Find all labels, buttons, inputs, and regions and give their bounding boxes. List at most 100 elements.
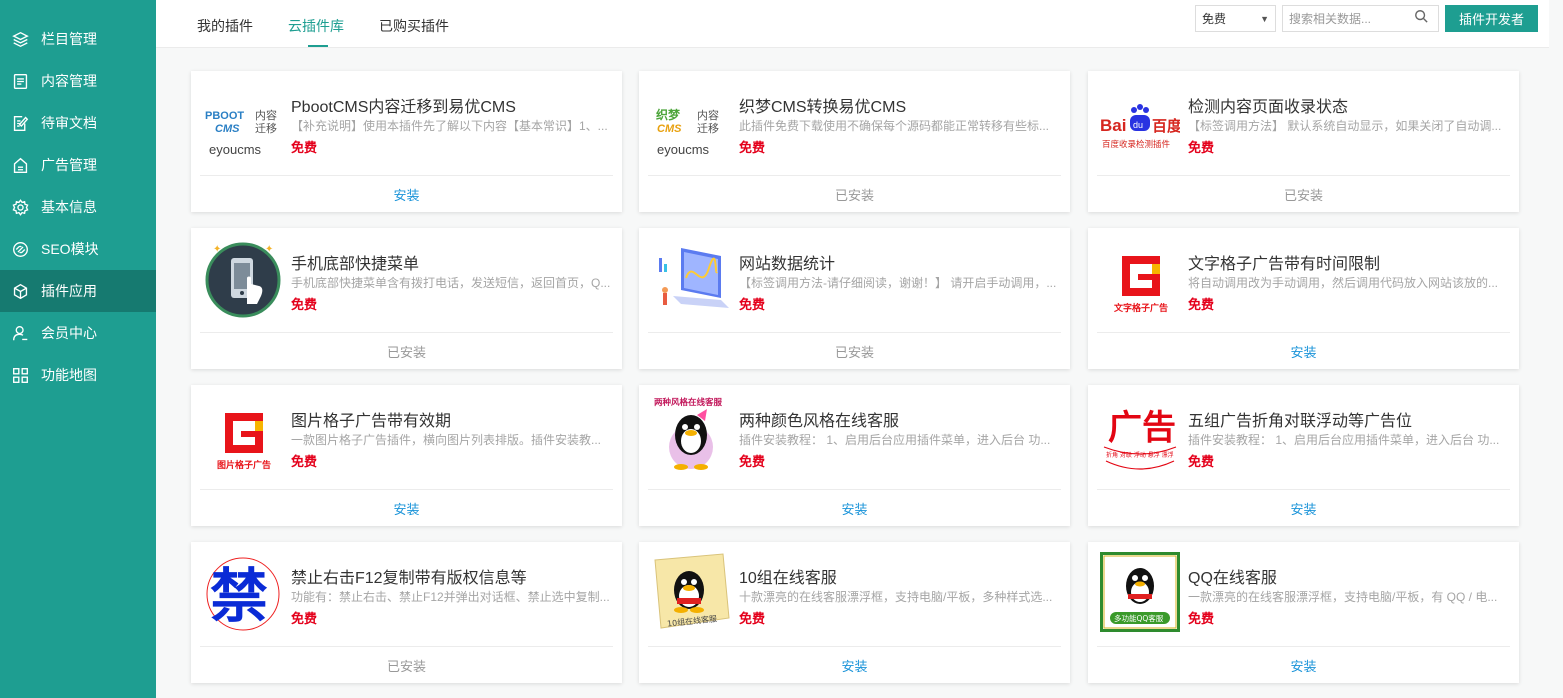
installed-status: 已安装: [834, 188, 874, 203]
plugin-price: 免费: [291, 297, 318, 312]
grid-ad-icon: [225, 413, 263, 453]
user-icon: [11, 324, 29, 342]
plugin-price: 免费: [739, 297, 766, 312]
sidebar-item-content[interactable]: 内容管理: [0, 60, 156, 102]
penguin-icon: [1126, 568, 1154, 604]
sidebar-item-review[interactable]: 待审文档: [0, 102, 156, 144]
installed-status: 已安装: [834, 345, 874, 360]
logo-text: 两种风格在线客服: [654, 397, 723, 408]
plugin-price: 免费: [1188, 611, 1215, 626]
sidebar-item-label: 栏目管理: [41, 31, 97, 47]
logo-text: CMS: [215, 123, 240, 135]
install-button[interactable]: 安装: [639, 656, 1070, 675]
logo-text: 图片格子广告: [217, 459, 271, 471]
sidebar-item-ads[interactable]: 广告管理: [0, 144, 156, 186]
plugin-description: 手机底部快捷菜单含有拨打电话，发送短信，返回首页，Q...: [291, 276, 611, 290]
plugin-title[interactable]: 网站数据统计: [739, 250, 835, 274]
link-icon: [11, 240, 29, 258]
sidebar-item-members[interactable]: 会员中心: [0, 312, 156, 354]
search-icon[interactable]: [1414, 9, 1428, 28]
install-button[interactable]: 安装: [1088, 499, 1519, 518]
logo-text: 文字格子广告: [1113, 302, 1168, 314]
logo-text: 迁移: [255, 122, 277, 135]
plugin-logo: 织梦 CMS 内容 迁移 eyoucms: [651, 81, 731, 161]
plugin-title[interactable]: 五组广告折角对联浮动等广告位: [1188, 407, 1412, 431]
sidebar-item-basic-info[interactable]: 基本信息: [0, 186, 156, 228]
plugin-title[interactable]: 图片格子广告带有效期: [291, 407, 451, 431]
plugin-description: 将自动调用改为手动调用，然后调用代码放入网站该放的...: [1188, 276, 1499, 290]
plugin-card: 织梦 CMS 内容 迁移 eyoucms 织梦CMS转换易优CMS 此插件免费下…: [639, 71, 1070, 212]
sidebar-item-label: 待审文档: [41, 115, 97, 131]
svg-text:✦: ✦: [213, 244, 221, 255]
price-filter-select[interactable]: 免费 ▼: [1195, 5, 1276, 32]
plugin-developer-button[interactable]: 插件开发者: [1445, 5, 1538, 32]
plugin-description: 【补充说明】使用本插件先了解以下内容【基本常识】1、...: [291, 119, 608, 133]
logo-text: Bai: [1100, 116, 1126, 135]
card-divider: [200, 489, 613, 490]
tab-cloud-plugins[interactable]: 云插件库: [288, 16, 344, 36]
search-input[interactable]: [1289, 11, 1414, 26]
card-divider: [200, 646, 613, 647]
install-button[interactable]: 安装: [1088, 342, 1519, 361]
mobile-menu-icon: ✦ ✦: [205, 242, 281, 318]
plugin-title[interactable]: 文字格子广告带有时间限制: [1188, 250, 1380, 274]
plugin-title[interactable]: 检测内容页面收录状态: [1188, 93, 1348, 117]
installed-status: 已安装: [386, 345, 426, 360]
plugin-title[interactable]: QQ在线客服: [1188, 564, 1277, 588]
sidebar-item-label: SEO模块: [41, 241, 99, 257]
sidebar-item-seo[interactable]: SEO模块: [0, 228, 156, 270]
logo-text: eyoucms: [657, 142, 710, 157]
install-button[interactable]: 安装: [191, 499, 622, 518]
plugin-title[interactable]: 手机底部快捷菜单: [291, 250, 419, 274]
logo-text: 多功能QQ客服: [1114, 613, 1164, 623]
gear-icon: [11, 198, 29, 216]
plugin-logo: [651, 238, 731, 318]
tab-my-plugins[interactable]: 我的插件: [197, 16, 253, 36]
plugin-title[interactable]: 10组在线客服: [739, 564, 837, 588]
sidebar-item-function-map[interactable]: 功能地图: [0, 354, 156, 396]
plugin-card: PBOOT CMS 内容 迁移 eyoucms PbootCMS内容迁移到易优C…: [191, 71, 622, 212]
plugin-logo: 两种风格在线客服: [651, 395, 731, 475]
logo-text: 禁: [210, 562, 268, 630]
card-divider: [1097, 175, 1510, 176]
plugin-logo: ✦ ✦: [203, 238, 283, 318]
plugin-description: 插件安装教程： 1、启用后台应用插件菜单，进入后台 功...: [1188, 433, 1500, 447]
plugin-description: 十款漂亮的在线客服漂浮框，支持电脑/平板，多种样式选...: [739, 590, 1053, 604]
sidebar-item-label: 内容管理: [41, 73, 97, 89]
plugin-description: 功能有：禁止右击、禁止F12并弹出对话框、禁止选中复制...: [291, 590, 610, 604]
plugin-description: 一款图片格子广告插件，横向图片列表排版。插件安装教...: [291, 433, 602, 447]
install-button[interactable]: 安装: [191, 185, 622, 204]
sidebar-item-plugins[interactable]: 插件应用: [0, 270, 156, 312]
plugin-logo: 图片格子广告: [203, 395, 283, 475]
plugin-price: 免费: [291, 611, 318, 626]
plugin-price: 免费: [739, 454, 766, 469]
plugin-logo: 文字格子广告: [1100, 238, 1180, 318]
sidebar-item-column[interactable]: 栏目管理: [0, 18, 156, 60]
installed-status: 已安装: [1283, 188, 1323, 203]
plugin-title[interactable]: PbootCMS内容迁移到易优CMS: [291, 93, 516, 117]
sidebar-item-label: 广告管理: [41, 157, 97, 173]
price-filter-value: 免费: [1202, 12, 1227, 26]
plugin-card: 网站数据统计 【标签调用方法-请仔细阅读，谢谢！】 请开启手动调用，... 免费…: [639, 228, 1070, 369]
card-divider: [648, 489, 1061, 490]
penguin-icon: [669, 409, 713, 470]
edit-doc-icon: [11, 114, 29, 132]
install-button[interactable]: 安装: [639, 499, 1070, 518]
card-divider: [648, 332, 1061, 333]
plugin-title[interactable]: 禁止右击F12复制带有版权信息等: [291, 564, 527, 588]
logo-text: PBOOT: [205, 110, 244, 122]
tab-purchased-plugins[interactable]: 已购买插件: [379, 16, 449, 36]
sidebar-nav: 栏目管理 内容管理 待审文档 广告管理 基本信息 SEO模块 插件应用 会员中心…: [0, 0, 156, 396]
plugin-title[interactable]: 织梦CMS转换易优CMS: [739, 93, 906, 117]
logo-text: 折角 对联 浮动 悬浮 漂浮: [1106, 451, 1174, 459]
plugin-logo: 多功能QQ客服: [1100, 552, 1180, 632]
grid-icon: [11, 366, 29, 384]
plugin-title[interactable]: 两种颜色风格在线客服: [739, 407, 899, 431]
install-button[interactable]: 安装: [1088, 656, 1519, 675]
plugin-logo: 广告 折角 对联 浮动 悬浮 漂浮: [1100, 395, 1180, 475]
plugin-card: 广告 折角 对联 浮动 悬浮 漂浮 五组广告折角对联浮动等广告位 插件安装教程：…: [1088, 385, 1519, 526]
plugin-price: 免费: [1188, 297, 1215, 312]
plugin-price: 免费: [291, 140, 318, 155]
plugin-card: 文字格子广告 文字格子广告带有时间限制 将自动调用改为手动调用，然后调用代码放入…: [1088, 228, 1519, 369]
plugin-card: 10组在线客服 10组在线客服 十款漂亮的在线客服漂浮框，支持电脑/平板，多种样…: [639, 542, 1070, 683]
